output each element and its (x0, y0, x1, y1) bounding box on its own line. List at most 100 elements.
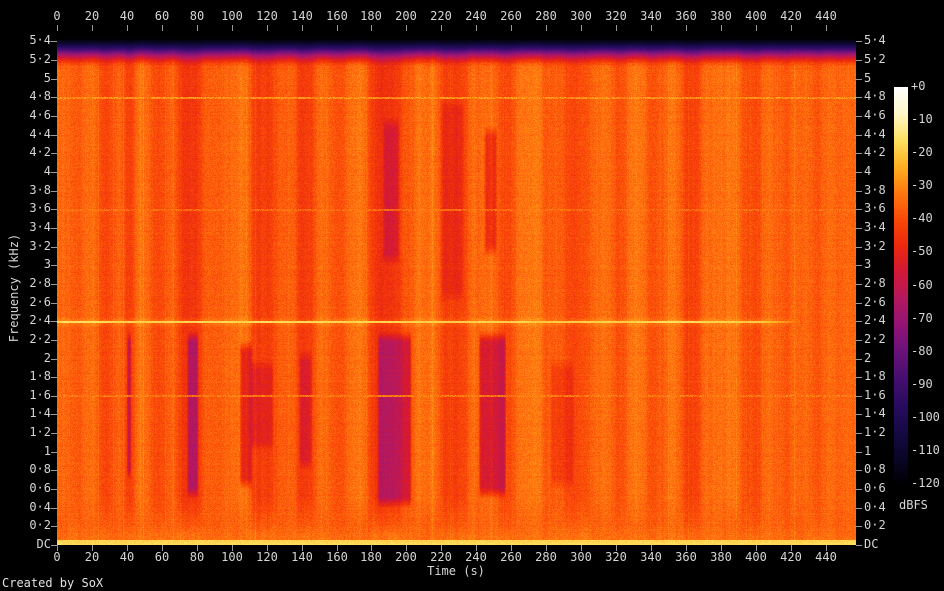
time-tick-label-top: 60 (154, 9, 170, 23)
time-tick-label-top: 260 (500, 9, 522, 23)
time-tick-label-bottom: 40 (119, 550, 135, 564)
time-tick-label-top: 300 (570, 9, 592, 23)
colorbar-tick-label: -110 (911, 442, 940, 457)
freq-tick-label-right: 3·6 (864, 201, 886, 215)
colorbar-tick-label: -60 (911, 277, 933, 292)
freq-tick-label-left: 0·8 (29, 462, 51, 476)
freq-tick-label-left: 1·2 (29, 425, 51, 439)
time-tick-label-top: 180 (360, 9, 382, 23)
freq-tick-label-right: 0·4 (864, 500, 886, 514)
freq-tick-label-left: 4 (43, 164, 51, 178)
time-tick-label-bottom: 100 (221, 550, 243, 564)
freq-tick-label-right: 1·8 (864, 369, 886, 383)
freq-tick-label-right: DC (864, 537, 879, 551)
freq-tick-label-right: 1·2 (864, 425, 886, 439)
sox-spectrogram-window: 0 20 40 60 80 100 120 140 160 180 200 220 240 260 280 3… (0, 0, 944, 591)
colorbar-tick-label: -70 (911, 310, 933, 325)
y-axis-title: Frequency (kHz) (7, 233, 21, 343)
freq-tick-label-right: 2 (864, 351, 872, 365)
freq-tick-label-right: 0·2 (864, 518, 886, 532)
freq-tick-label-right: 2·6 (864, 295, 886, 309)
freq-tick-label-left: 5·4 (29, 33, 51, 47)
colorbar-tick-label: +0 (911, 79, 926, 93)
colorbar-tick-label: -30 (911, 178, 933, 193)
time-tick-label-bottom: 440 (815, 550, 837, 564)
colorbar-tick-label: -90 (911, 376, 933, 391)
freq-tick-label-right: 4·4 (864, 127, 886, 141)
freq-tick-label-left: 1·8 (29, 369, 51, 383)
time-tick-label-bottom: 80 (189, 550, 205, 564)
freq-tick-label-right: 0·6 (864, 481, 886, 495)
colorbar-tick-label: -120 (911, 476, 940, 490)
time-tick-label-top: 340 (640, 9, 662, 23)
freq-tick-label-left: 0·2 (29, 518, 51, 532)
time-tick-label-bottom: 160 (326, 550, 348, 564)
freq-tick-label-right: 4·6 (864, 108, 886, 122)
time-tick-label-bottom: 120 (256, 550, 278, 564)
time-tick-label-bottom: 340 (640, 550, 662, 564)
colorbar-tick-label: -50 (911, 244, 933, 259)
time-tick-label-top: 220 (430, 9, 452, 23)
freq-tick-label-right: 2·8 (864, 276, 886, 290)
freq-tick-label-left: 4·2 (29, 145, 51, 159)
time-tick-label-bottom: 220 (430, 550, 452, 564)
time-tick-label-top: 440 (815, 9, 837, 23)
freq-tick-label-left: 3·2 (29, 239, 51, 253)
time-tick-label-bottom: 60 (154, 550, 170, 564)
time-tick-label-top: 100 (221, 9, 243, 23)
time-tick-label-bottom: 280 (535, 550, 557, 564)
created-by-credit: Created by SoX (2, 576, 104, 590)
freq-tick-label-right: 1·6 (864, 388, 886, 402)
freq-tick-label-left: 3·6 (29, 201, 51, 215)
freq-tick-label-left: 5·2 (29, 52, 51, 66)
colorbar-tick-label: -80 (911, 343, 933, 358)
freq-tick-label-right: 3·2 (864, 239, 886, 253)
time-tick-label-top: 160 (326, 9, 348, 23)
freq-tick-label-right: 4·8 (864, 89, 886, 103)
freq-tick-label-right: 0·8 (864, 462, 886, 476)
freq-tick-label-left: 3·4 (29, 220, 51, 234)
time-tick-label-top: 80 (189, 9, 205, 23)
time-tick-label-top: 40 (119, 9, 135, 23)
freq-tick-label-left: 2 (43, 351, 51, 365)
time-tick-label-top: 0 (53, 9, 61, 23)
time-tick-label-top: 240 (465, 9, 487, 23)
freq-tick-label-left: 2·6 (29, 295, 51, 309)
colorbar-tick-label: -20 (911, 145, 933, 160)
time-tick-label-bottom: 300 (570, 550, 592, 564)
time-tick-label-top: 120 (256, 9, 278, 23)
x-axis-title: Time (s) (427, 564, 485, 578)
colorbar-title: dBFS (899, 498, 928, 512)
freq-tick-label-left: 0·6 (29, 481, 51, 495)
time-tick-label-top: 420 (780, 9, 802, 23)
time-tick-label-top: 140 (291, 9, 313, 23)
freq-tick-label-left: 2·8 (29, 276, 51, 290)
freq-tick-label-right: 4·2 (864, 145, 886, 159)
freq-tick-label-right: 5·4 (864, 33, 886, 47)
colorbar-gradient (894, 87, 908, 484)
time-tick-label-top: 320 (605, 9, 627, 23)
time-tick-label-bottom: 200 (395, 550, 417, 564)
freq-tick-label-right: 5 (864, 71, 872, 85)
time-tick-label-bottom: 400 (745, 550, 767, 564)
time-tick-label-top: 200 (395, 9, 417, 23)
time-tick-label-bottom: 360 (675, 550, 697, 564)
freq-tick-label-right: 5·2 (864, 52, 886, 66)
freq-tick-label-right: 2·4 (864, 313, 886, 327)
freq-tick-label-left: 5 (43, 71, 51, 85)
freq-tick-label-right: 3 (864, 257, 872, 271)
freq-tick-label-right: 4 (864, 164, 872, 178)
freq-tick-label-right: 3·8 (864, 183, 886, 197)
time-tick-label-top: 380 (710, 9, 732, 23)
time-tick-label-bottom: 240 (465, 550, 487, 564)
axes-ticks-frame (0, 0, 944, 591)
time-tick-label-top: 360 (675, 9, 697, 23)
freq-tick-label-left: 1·4 (29, 406, 51, 420)
freq-tick-label-left: 0·4 (29, 500, 51, 514)
freq-tick-label-left: 4·6 (29, 108, 51, 122)
freq-tick-label-right: 2·2 (864, 332, 886, 346)
time-tick-label-bottom: 320 (605, 550, 627, 564)
time-tick-label-bottom: 180 (360, 550, 382, 564)
time-tick-label-bottom: 0 (53, 550, 61, 564)
freq-tick-label-right: 3·4 (864, 220, 886, 234)
